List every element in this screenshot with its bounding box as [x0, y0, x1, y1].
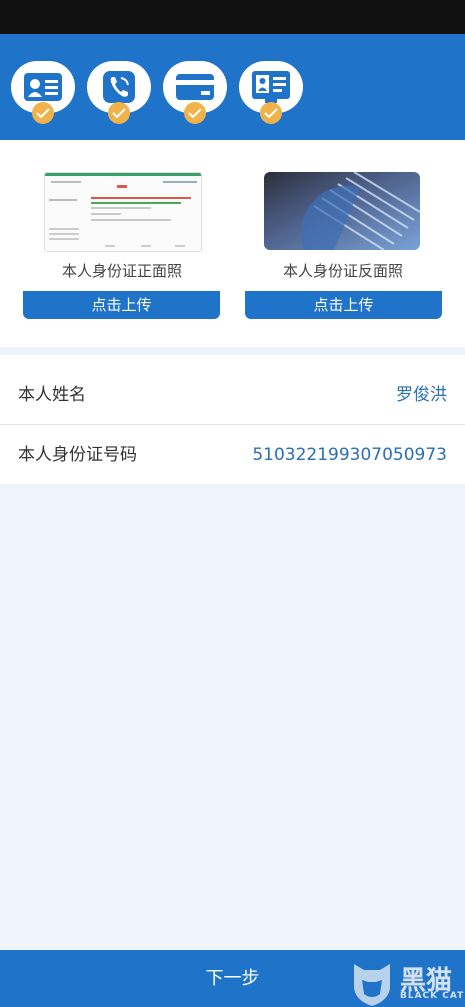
watermark-subtext: BLACK CAT [400, 991, 465, 1001]
id-number-row: 本人身份证号码 510322199307050973 [0, 423, 465, 487]
bank-card-icon [176, 74, 214, 100]
name-value: 罗俊洪 [396, 385, 447, 405]
step-check-badge [184, 102, 206, 124]
cat-shield-logo-icon [354, 964, 390, 1006]
step-profile-card[interactable] [239, 61, 303, 124]
progress-header [0, 34, 465, 140]
upload-back-button[interactable]: 点击上传 [245, 291, 442, 319]
step-bank-card[interactable] [163, 61, 227, 124]
status-bar [0, 0, 465, 34]
step-id-card[interactable] [11, 61, 75, 124]
step-check-badge [260, 102, 282, 124]
profile-card-icon [252, 71, 290, 103]
front-photo-image [45, 173, 201, 251]
id-back-thumbnail[interactable] [264, 172, 420, 250]
phone-icon [103, 71, 135, 103]
check-icon [36, 108, 50, 118]
check-icon [188, 108, 202, 118]
id-number-value: 510322199307050973 [252, 445, 447, 465]
id-front-thumbnail[interactable] [44, 172, 202, 252]
id-back-label: 本人身份证反面照 [282, 262, 403, 280]
watermark: 黑猫 BLACK CAT [348, 958, 465, 1007]
id-front-label: 本人身份证正面照 [61, 262, 182, 280]
id-number-label: 本人身份证号码 [18, 445, 137, 465]
identity-info-list: 本人姓名 罗俊洪 本人身份证号码 510322199307050973 [0, 355, 465, 484]
step-phone[interactable] [87, 61, 151, 124]
id-card-icon [24, 73, 62, 101]
name-label: 本人姓名 [18, 385, 86, 405]
id-upload-panel: 本人身份证正面照 点击上传 本人身份证反面照 点击上传 [0, 140, 465, 347]
check-icon [264, 108, 278, 118]
check-icon [112, 108, 126, 118]
step-check-badge [32, 102, 54, 124]
upload-front-button[interactable]: 点击上传 [23, 291, 220, 319]
step-check-badge [108, 102, 130, 124]
back-photo-image [264, 172, 420, 250]
name-row: 本人姓名 罗俊洪 [0, 363, 465, 427]
